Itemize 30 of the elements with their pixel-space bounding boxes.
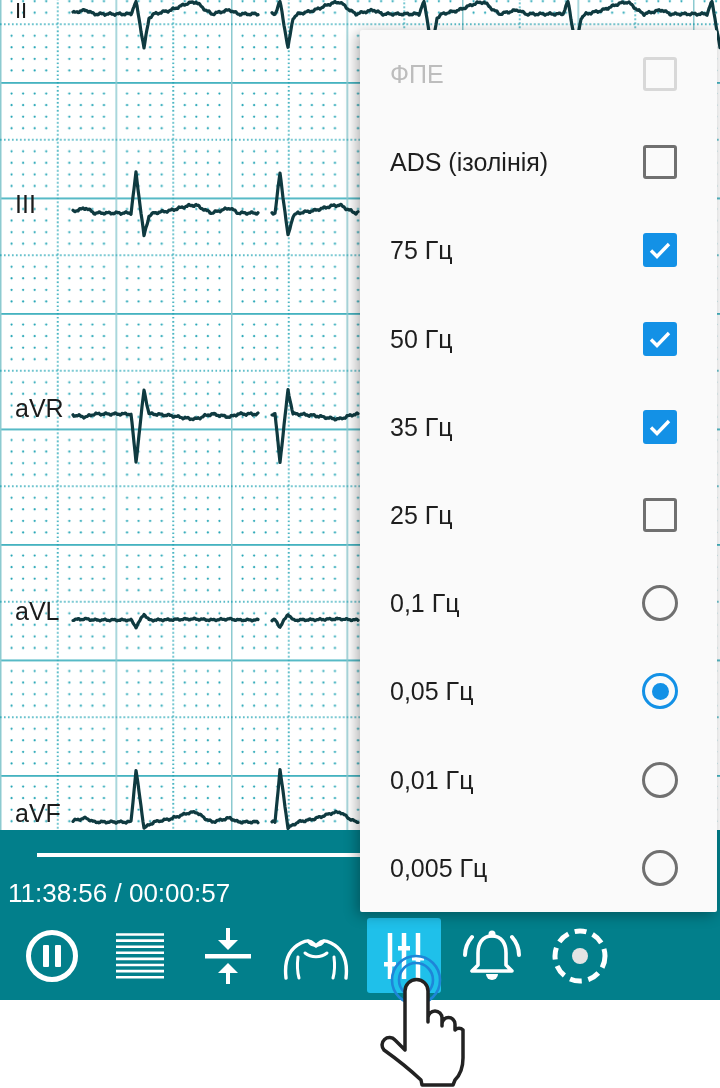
lead-label: II <box>15 0 28 22</box>
radio-button[interactable] <box>642 761 678 798</box>
dashed-circle-icon <box>552 927 608 984</box>
time-display: 11:38:56 / 00:00:57 <box>8 877 231 909</box>
horizontal-lines-icon <box>116 932 164 979</box>
checkbox[interactable] <box>643 409 677 444</box>
option-label[interactable]: 0,005 Гц <box>390 852 488 883</box>
option-label[interactable]: 0,1 Гц <box>390 588 460 619</box>
lead-label: aVR <box>15 396 64 421</box>
radio-button[interactable] <box>642 585 678 622</box>
option-label[interactable]: 0,01 Гц <box>390 764 474 795</box>
checkbox[interactable] <box>643 233 677 268</box>
compress-arrows-icon <box>205 927 251 984</box>
option-label[interactable]: 0,05 Гц <box>390 676 474 707</box>
checkbox[interactable] <box>643 498 677 533</box>
option-label[interactable]: 75 Гц <box>390 235 453 266</box>
option-label[interactable]: 50 Гц <box>390 323 453 354</box>
lead-label: III <box>15 192 36 217</box>
checkbox[interactable] <box>643 321 677 356</box>
radio-button[interactable] <box>642 673 678 710</box>
radio-button[interactable] <box>642 849 678 886</box>
bell-icon <box>463 928 521 983</box>
lead-label: aVL <box>15 599 60 624</box>
checkbox[interactable] <box>643 145 677 180</box>
sliders-icon <box>384 931 424 980</box>
pause-icon <box>26 929 78 982</box>
option-label[interactable]: 25 Гц <box>390 500 453 531</box>
option-label[interactable]: 35 Гц <box>390 411 453 442</box>
lead-label: aVF <box>15 801 61 826</box>
option-label[interactable]: ADS (ізолінія) <box>390 147 549 178</box>
